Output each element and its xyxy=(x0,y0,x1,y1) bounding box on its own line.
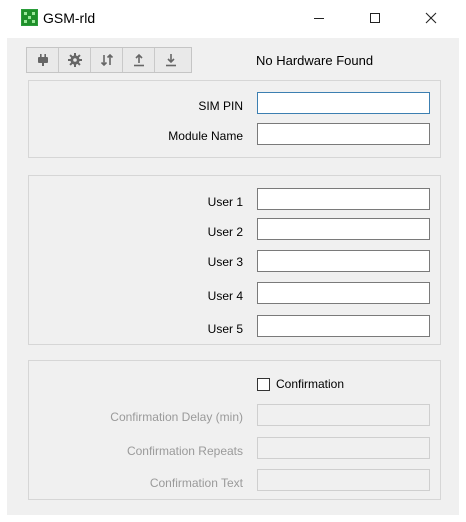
transfer-button[interactable] xyxy=(91,48,123,72)
title-bar[interactable]: GSM-rld xyxy=(0,0,466,36)
confirmation-delay-input[interactable] xyxy=(257,404,430,426)
user-1-label: User 1 xyxy=(207,195,243,209)
confirmation-repeats-label: Confirmation Repeats xyxy=(126,444,243,458)
toolbar xyxy=(26,47,192,73)
upload-icon xyxy=(133,53,144,67)
confirmation-checkbox-label: Confirmation xyxy=(276,377,345,391)
minimize-icon xyxy=(314,18,324,19)
module-name-label: Module Name xyxy=(168,129,243,143)
user-2-input[interactable] xyxy=(257,218,430,240)
maximize-button[interactable] xyxy=(360,6,390,30)
download-button[interactable] xyxy=(155,48,187,72)
download-icon xyxy=(166,54,176,67)
transfer-icon xyxy=(100,53,113,67)
module-name-input[interactable] xyxy=(257,123,430,145)
confirmation-text-input[interactable] xyxy=(257,469,430,491)
maximize-icon xyxy=(370,13,380,23)
sim-pin-label: SIM PIN xyxy=(198,99,243,113)
confirmation-checkbox-row[interactable]: Confirmation xyxy=(257,376,344,392)
upload-button[interactable] xyxy=(123,48,155,72)
user-3-label: User 3 xyxy=(207,255,243,269)
user-4-label: User 4 xyxy=(207,289,243,303)
app-icon xyxy=(21,9,38,26)
user-4-input[interactable] xyxy=(257,282,430,304)
confirmation-text-label: Confirmation Text xyxy=(149,476,243,490)
plug-icon xyxy=(37,54,48,66)
user-5-label: User 5 xyxy=(207,322,243,336)
settings-button[interactable] xyxy=(59,48,91,72)
window-title: GSM-rld xyxy=(43,10,96,26)
sim-pin-input[interactable] xyxy=(257,92,430,114)
confirmation-repeats-input[interactable] xyxy=(257,437,430,459)
minimize-button[interactable] xyxy=(304,6,334,30)
gear-icon xyxy=(67,53,82,67)
close-icon xyxy=(425,12,437,24)
app-window: GSM-rld No Hardware Found SIM PIN Module… xyxy=(0,0,466,522)
user-2-label: User 2 xyxy=(207,225,243,239)
user-1-input[interactable] xyxy=(257,188,430,210)
connect-button[interactable] xyxy=(27,48,59,72)
confirmation-checkbox[interactable] xyxy=(257,377,270,391)
hardware-status: No Hardware Found xyxy=(256,53,374,68)
confirmation-delay-label: Confirmation Delay (min) xyxy=(110,410,243,424)
close-button[interactable] xyxy=(416,6,446,30)
user-3-input[interactable] xyxy=(257,250,430,272)
user-5-input[interactable] xyxy=(257,315,430,337)
